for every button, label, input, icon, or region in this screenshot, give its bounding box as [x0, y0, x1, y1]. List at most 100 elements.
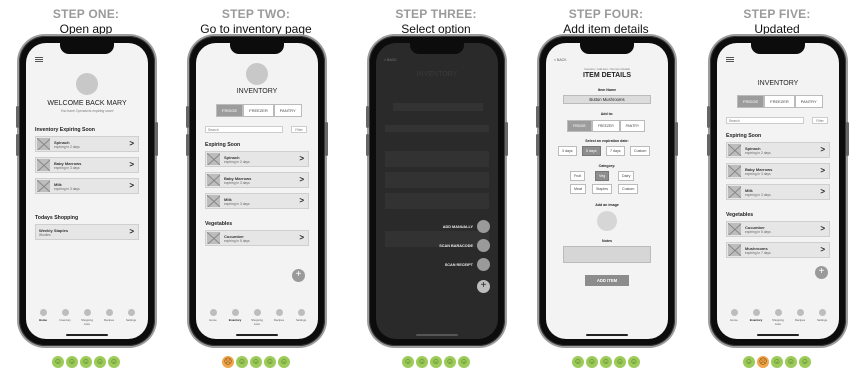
happy-face-icon[interactable]: ☺: [94, 356, 106, 368]
tab-freezer[interactable]: FREEZER: [243, 104, 274, 117]
cat-veg[interactable]: Veg: [595, 171, 610, 181]
nav-home[interactable]: Home: [726, 309, 742, 333]
happy-face-icon[interactable]: ☺: [416, 356, 428, 368]
cat-staples[interactable]: Staples: [592, 184, 612, 194]
add-button[interactable]: +: [815, 266, 828, 279]
happy-face-icon[interactable]: ☺: [586, 356, 598, 368]
tab-pantry[interactable]: PANTRY: [794, 95, 823, 108]
nav-recipes[interactable]: Recipes: [271, 309, 287, 333]
list-item[interactable]: Cucumber expiring in 5 days >: [726, 221, 830, 237]
list-item[interactable]: Baby Marrows expiring in 3 days >: [205, 172, 309, 188]
notes-field[interactable]: [563, 246, 651, 263]
step-title: STEP TWO:: [221, 7, 291, 21]
nav-home[interactable]: Home: [205, 309, 221, 333]
list-item[interactable]: Mushrooms expiring in 7 days >: [726, 242, 830, 258]
option-add-manually[interactable]: ADD MANUALLY: [443, 220, 490, 233]
neutral-face-icon[interactable]: ☹: [757, 356, 769, 368]
happy-face-icon[interactable]: ☺: [80, 356, 92, 368]
exp-custom[interactable]: Custom: [630, 146, 651, 156]
phone-screen: < BACK Inventory: Add item / Set item De…: [546, 43, 668, 339]
receipt-icon: [477, 258, 490, 271]
tab-fridge[interactable]: FRIDGE: [737, 95, 765, 108]
item-name-field[interactable]: Button Mushrooms: [563, 95, 651, 104]
tab-freezer[interactable]: FREEZER: [764, 95, 795, 108]
tab-fridge[interactable]: FRIDGE: [216, 104, 244, 117]
cat-dairy[interactable]: Dairy: [618, 171, 635, 181]
list-item[interactable]: Milk expiring in 3 days >: [726, 184, 830, 200]
item-store: Woolies: [39, 233, 51, 237]
welcome-title: WELCOME BACK MARY: [47, 100, 127, 107]
nav-settings[interactable]: Settings: [123, 309, 139, 333]
happy-face-icon[interactable]: ☺: [614, 356, 626, 368]
list-item[interactable]: Cucumber expiring in 5 days >: [205, 230, 309, 246]
list-item[interactable]: Spinach expiring in 2 days >: [205, 151, 309, 167]
happy-face-icon[interactable]: ☺: [236, 356, 248, 368]
nav-recipes[interactable]: Recipes: [101, 309, 117, 333]
nav-inventory[interactable]: Inventory: [57, 309, 73, 333]
tab-pantry[interactable]: PANTRY: [273, 104, 302, 117]
back-link[interactable]: < BACK: [554, 58, 567, 62]
barcode-icon: [477, 239, 490, 252]
back-link[interactable]: < BACK: [384, 58, 397, 62]
exp-5-days[interactable]: 5 days: [582, 146, 601, 156]
search-input[interactable]: Search: [726, 117, 804, 124]
cat-meat[interactable]: Meat: [570, 184, 586, 194]
happy-face-icon[interactable]: ☺: [572, 356, 584, 368]
tab-fridge[interactable]: FRIDGE: [567, 120, 592, 132]
happy-face-icon[interactable]: ☺: [430, 356, 442, 368]
option-scan-receipt[interactable]: SCAN RECEIPT: [445, 258, 490, 271]
happy-face-icon[interactable]: ☺: [278, 356, 290, 368]
happy-face-icon[interactable]: ☺: [108, 356, 120, 368]
filter-button[interactable]: Filter: [291, 126, 307, 133]
happy-face-icon[interactable]: ☺: [458, 356, 470, 368]
step-title: STEP THREE:: [395, 7, 477, 21]
happy-face-icon[interactable]: ☺: [250, 356, 262, 368]
neutral-face-icon[interactable]: ☹: [222, 356, 234, 368]
tab-freezer[interactable]: FREEZER: [591, 120, 620, 132]
add-button[interactable]: +: [292, 269, 305, 282]
happy-face-icon[interactable]: ☺: [402, 356, 414, 368]
exp-3-days[interactable]: 3 days: [558, 146, 577, 156]
add-item-button[interactable]: ADD ITEM: [585, 275, 629, 286]
happy-face-icon[interactable]: ☺: [799, 356, 811, 368]
list-item[interactable]: Milk expiring in 3 days >: [205, 193, 309, 209]
list-item[interactable]: Baby Marrows expiring in 3 days >: [726, 163, 830, 179]
menu-icon[interactable]: [726, 57, 734, 62]
happy-face-icon[interactable]: ☺: [444, 356, 456, 368]
happy-face-icon[interactable]: ☺: [52, 356, 64, 368]
happy-face-icon[interactable]: ☺: [771, 356, 783, 368]
rating-emojis: ☺ ☺ ☺ ☺ ☺: [520, 356, 692, 368]
happy-face-icon[interactable]: ☺: [66, 356, 78, 368]
nav-shopping-lists[interactable]: Shopping Lists: [770, 309, 786, 333]
filter-button[interactable]: Filter: [812, 117, 828, 124]
nav-settings[interactable]: Settings: [814, 309, 830, 333]
exp-7-days[interactable]: 7 days: [606, 146, 625, 156]
list-item[interactable]: Spinach expiring in 2 days >: [726, 142, 830, 158]
nav-shopping-lists[interactable]: Shopping Lists: [249, 309, 265, 333]
list-item[interactable]: Spinach expiring in 2 days >: [35, 136, 139, 152]
happy-face-icon[interactable]: ☺: [743, 356, 755, 368]
happy-face-icon[interactable]: ☺: [264, 356, 276, 368]
nav-recipes[interactable]: Recipes: [792, 309, 808, 333]
list-item[interactable]: Milk expiring in 3 days >: [35, 178, 139, 194]
cat-fruit[interactable]: Fruit: [570, 171, 586, 181]
nav-shopping-lists[interactable]: Shopping Lists: [79, 309, 95, 333]
tab-pantry[interactable]: PANTRY: [619, 120, 646, 132]
nav-home[interactable]: Home: [35, 309, 51, 333]
happy-face-icon[interactable]: ☺: [785, 356, 797, 368]
search-input[interactable]: Search: [205, 126, 283, 133]
cat-custom[interactable]: Custom: [618, 184, 639, 194]
nav-settings[interactable]: Settings: [293, 309, 309, 333]
add-to-label: Add to:: [600, 112, 614, 116]
option-scan-barcode[interactable]: SCAN BARACODE: [439, 239, 490, 252]
close-fab-button[interactable]: +: [477, 280, 490, 293]
happy-face-icon[interactable]: ☺: [628, 356, 640, 368]
menu-icon[interactable]: [35, 57, 43, 62]
happy-face-icon[interactable]: ☺: [600, 356, 612, 368]
nav-inventory[interactable]: Inventory: [227, 309, 243, 333]
shopping-list-item[interactable]: Weekly Staples Woolies >: [35, 224, 139, 240]
list-item[interactable]: Baby Marrows expiring in 3 days >: [35, 157, 139, 173]
avatar: [76, 73, 98, 95]
add-image-button[interactable]: [597, 211, 617, 231]
nav-inventory[interactable]: Inventory: [748, 309, 764, 333]
